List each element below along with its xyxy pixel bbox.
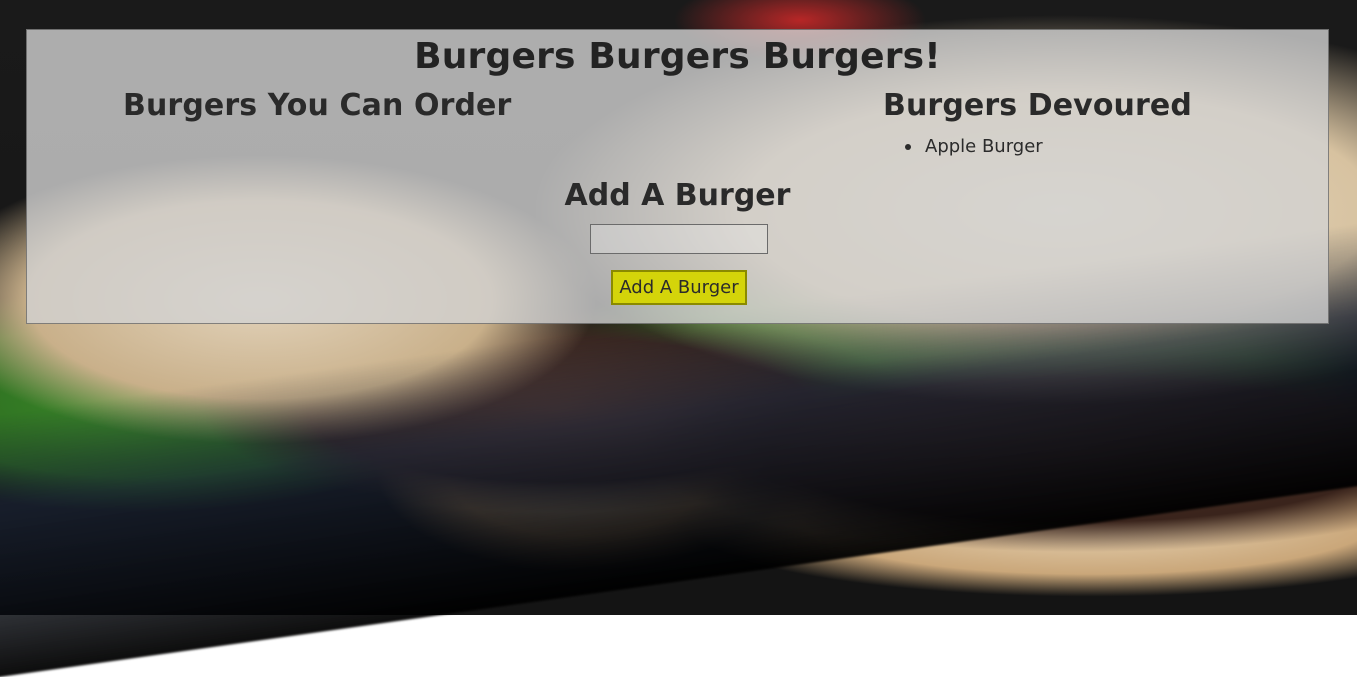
- devoured-list-item: Apple Burger: [905, 134, 1043, 160]
- main-panel: Burgers Burgers Burgers! Burgers You Can…: [26, 29, 1329, 324]
- bullet-icon: [905, 144, 911, 150]
- add-burger-title: Add A Burger: [564, 178, 791, 213]
- devoured-section-title: Burgers Devoured: [883, 88, 1192, 123]
- devoured-list: Apple Burger: [905, 134, 1043, 160]
- burger-name-input[interactable]: [590, 224, 768, 254]
- add-burger-button[interactable]: Add A Burger: [611, 270, 747, 305]
- devoured-item-label: Apple Burger: [925, 136, 1043, 157]
- page-title: Burgers Burgers Burgers!: [414, 36, 941, 77]
- order-section-title: Burgers You Can Order: [123, 88, 512, 123]
